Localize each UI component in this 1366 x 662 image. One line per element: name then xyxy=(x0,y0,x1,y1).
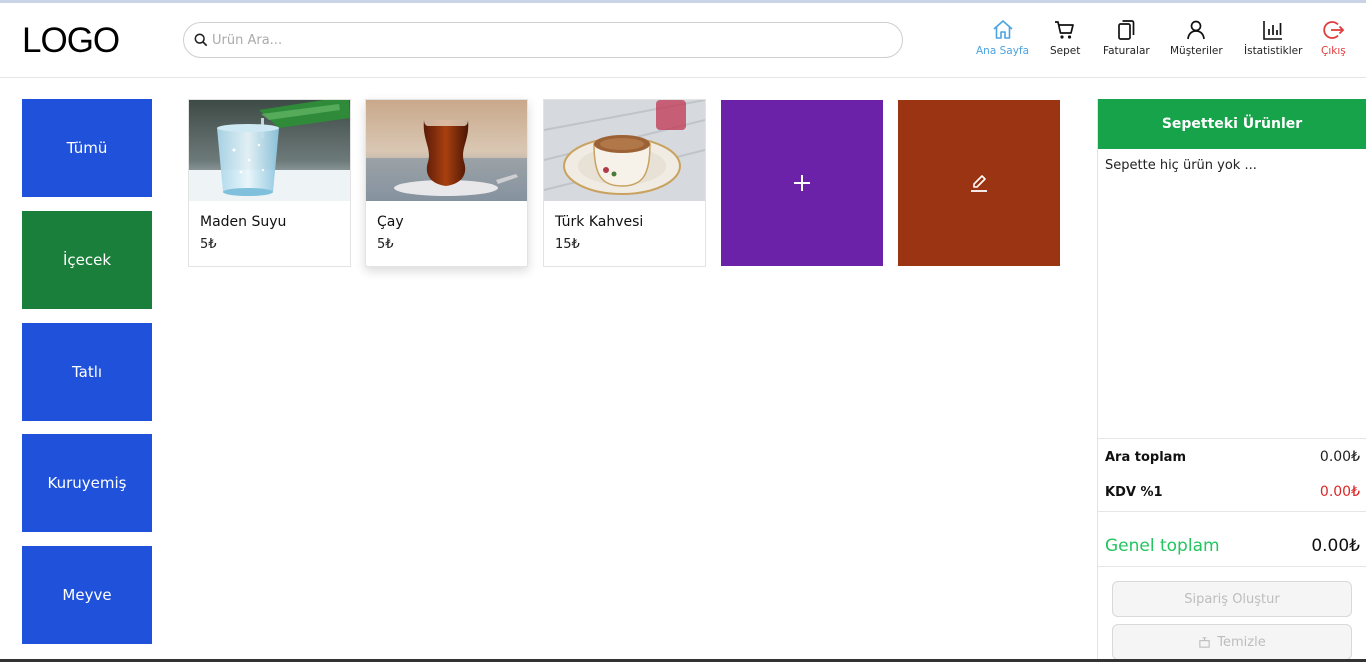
nav-statistics[interactable]: İstatistikler xyxy=(1244,18,1302,57)
tea-image xyxy=(366,100,527,201)
create-order-button[interactable]: Sipariş Oluştur xyxy=(1112,581,1352,617)
product-name: Maden Suyu xyxy=(200,214,287,230)
product-card-maden-suyu[interactable]: Maden Suyu 5₺ xyxy=(188,99,351,267)
copy-icon xyxy=(1118,20,1135,40)
nav-logout-label: Çıkış xyxy=(1321,45,1346,57)
nav-invoices[interactable]: Faturalar xyxy=(1103,18,1150,57)
divider xyxy=(1098,438,1366,439)
category-fruit[interactable]: Meyve xyxy=(22,546,152,644)
product-price: 15₺ xyxy=(555,237,580,252)
nav-home-label: Ana Sayfa xyxy=(976,45,1030,57)
cart-icon xyxy=(1055,21,1075,39)
subtotal-value: 0.00₺ xyxy=(1319,449,1360,465)
cart-panel: Sepetteki Ürünler Sepette hiç ürün yok .… xyxy=(1097,99,1366,662)
header: LOGO Ana Sayfa Sepet Faturalar Müşterile… xyxy=(0,3,1366,78)
category-drinks[interactable]: İçecek xyxy=(22,211,152,309)
product-name: Çay xyxy=(377,214,404,230)
tax-label: KDV %1 xyxy=(1105,484,1163,500)
mineral-water-image xyxy=(189,100,350,201)
category-all[interactable]: Tümü xyxy=(22,99,152,197)
category-nuts[interactable]: Kuruyemiş xyxy=(22,434,152,532)
plus-icon xyxy=(794,175,810,191)
search-bar[interactable] xyxy=(183,22,903,58)
product-price: 5₺ xyxy=(200,237,217,252)
home-icon xyxy=(992,20,1013,39)
nav-home[interactable]: Ana Sayfa xyxy=(976,18,1029,57)
product-name: Türk Kahvesi xyxy=(555,214,644,230)
nav-customers[interactable]: Müşteriler xyxy=(1170,18,1223,57)
nav-cart[interactable]: Sepet xyxy=(1050,18,1080,57)
nav-cart-label: Sepet xyxy=(1050,45,1081,57)
nav-customers-label: Müşteriler xyxy=(1170,45,1223,57)
divider xyxy=(1098,566,1366,567)
edit-icon xyxy=(971,175,987,192)
cart-empty-message: Sepette hiç ürün yok ... xyxy=(1105,158,1257,173)
tax-row: KDV %1 0.00₺ xyxy=(1098,481,1366,503)
subtotal-row: Ara toplam 0.00₺ xyxy=(1098,446,1366,468)
divider xyxy=(1098,511,1366,512)
grand-total-row: Genel toplam 0.00₺ xyxy=(1098,533,1366,559)
grand-total-value: 0.00₺ xyxy=(1311,536,1360,556)
user-icon xyxy=(1187,20,1206,40)
add-product-button[interactable] xyxy=(721,100,883,266)
clear-icon xyxy=(1199,636,1210,648)
bar-chart-icon xyxy=(1263,21,1283,40)
logo: LOGO xyxy=(22,21,120,60)
nav-logout[interactable]: Çıkış xyxy=(1321,18,1346,57)
clear-cart-label: Temizle xyxy=(1217,634,1266,650)
cart-title: Sepetteki Ürünler xyxy=(1098,99,1366,149)
product-card-turk-kahvesi[interactable]: Türk Kahvesi 15₺ xyxy=(543,99,706,267)
nav-statistics-label: İstatistikler xyxy=(1244,45,1303,57)
clear-cart-button[interactable]: Temizle xyxy=(1112,624,1352,660)
category-desserts[interactable]: Tatlı xyxy=(22,323,152,421)
grand-total-label: Genel toplam xyxy=(1105,536,1220,556)
nav-invoices-label: Faturalar xyxy=(1103,45,1150,57)
turkish-coffee-image xyxy=(544,100,705,201)
search-input[interactable] xyxy=(212,32,872,48)
logout-icon xyxy=(1323,21,1345,39)
search-icon xyxy=(194,33,208,47)
product-price: 5₺ xyxy=(377,237,394,252)
product-card-cay[interactable]: Çay 5₺ xyxy=(365,99,528,267)
subtotal-label: Ara toplam xyxy=(1105,449,1186,465)
edit-products-button[interactable] xyxy=(898,100,1060,266)
tax-value: 0.00₺ xyxy=(1319,484,1360,500)
